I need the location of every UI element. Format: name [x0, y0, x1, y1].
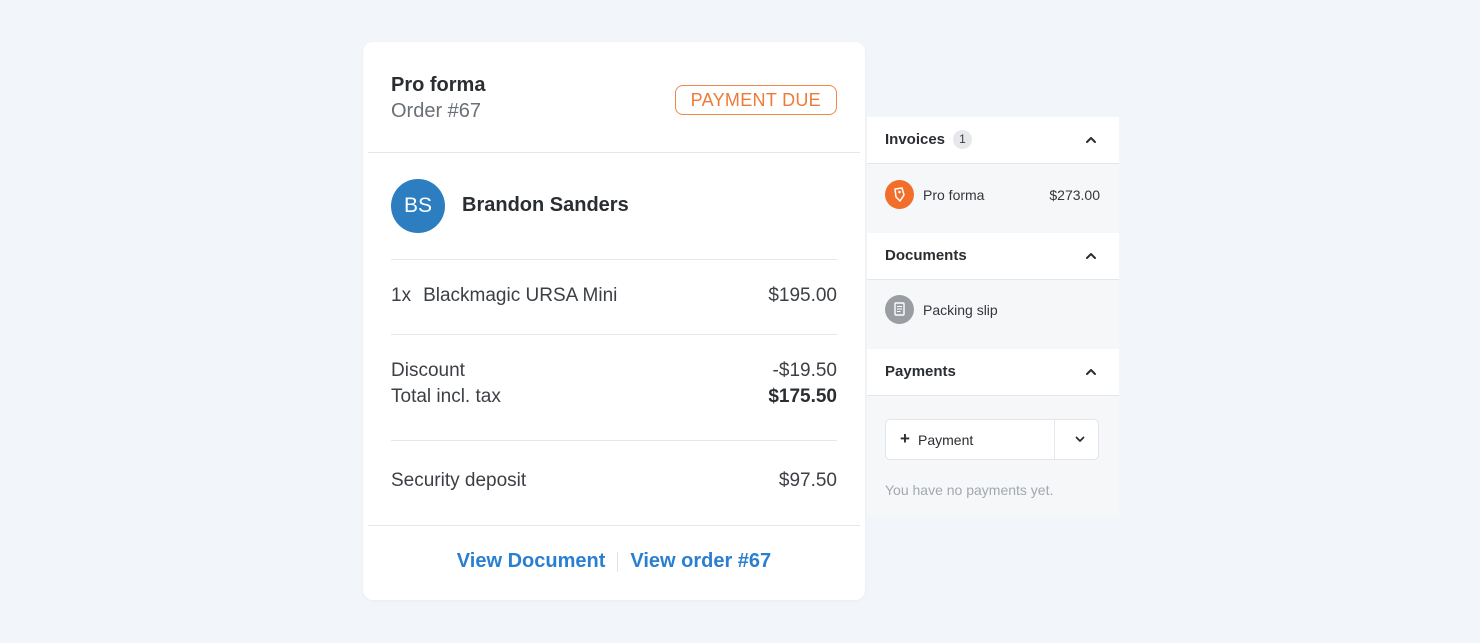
chevron-up-icon[interactable] — [1085, 250, 1097, 262]
line-item-qty: 1x — [391, 285, 412, 306]
view-order-link[interactable]: View order #67 — [630, 550, 771, 572]
invoices-count-badge: 1 — [953, 130, 972, 149]
documents-section-header[interactable]: Documents — [867, 233, 1119, 280]
invoice-item-amount: $273.00 — [1049, 187, 1100, 203]
add-payment-label: Payment — [918, 432, 974, 448]
status-badge: PAYMENT DUE — [674, 85, 837, 115]
document-title: Pro forma — [391, 74, 486, 96]
divider — [391, 259, 837, 260]
chevron-down-icon[interactable] — [1074, 433, 1086, 445]
discount-value: -$19.50 — [772, 360, 837, 381]
discount-label: Discount — [391, 360, 465, 381]
divider — [368, 152, 860, 153]
no-payments-message: You have no payments yet. — [885, 482, 1054, 498]
link-separator — [617, 551, 619, 572]
invoices-section-header[interactable]: Invoices 1 — [867, 117, 1119, 164]
divider — [391, 440, 837, 441]
invoices-list: Pro forma $273.00 — [867, 164, 1119, 233]
chevron-up-icon[interactable] — [1085, 366, 1097, 378]
invoice-item-label: Pro forma — [923, 187, 985, 203]
line-item-name: Blackmagic URSA Mini — [423, 285, 618, 306]
payments-section-header[interactable]: Payments — [867, 349, 1119, 396]
order-number: Order #67 — [391, 100, 482, 122]
deposit-value: $97.50 — [778, 470, 837, 491]
button-split-divider — [1054, 420, 1055, 459]
total-label: Total incl. tax — [391, 386, 501, 407]
plus-icon: + — [900, 429, 910, 448]
divider — [391, 334, 837, 335]
payments-title: Payments — [885, 363, 956, 380]
invoice-icon — [885, 180, 914, 209]
footer-links: View Document View order #67 — [363, 550, 865, 573]
documents-list: Packing slip — [867, 280, 1119, 349]
avatar: BS — [391, 179, 445, 233]
document-item-label: Packing slip — [923, 302, 998, 318]
documents-title: Documents — [885, 247, 967, 264]
divider — [368, 525, 860, 526]
invoices-title: Invoices — [885, 131, 946, 148]
invoice-card: Pro forma Order #67 PAYMENT DUE BS Brand… — [363, 42, 865, 600]
deposit-label: Security deposit — [391, 470, 527, 491]
view-document-link[interactable]: View Document — [457, 550, 606, 572]
chevron-up-icon[interactable] — [1085, 134, 1097, 146]
add-payment-button[interactable]: + Payment — [885, 419, 1099, 460]
document-icon — [885, 295, 914, 324]
total-value: $175.50 — [768, 386, 837, 407]
line-item-amount: $195.00 — [768, 285, 837, 306]
customer-name: Brandon Sanders — [462, 194, 629, 216]
